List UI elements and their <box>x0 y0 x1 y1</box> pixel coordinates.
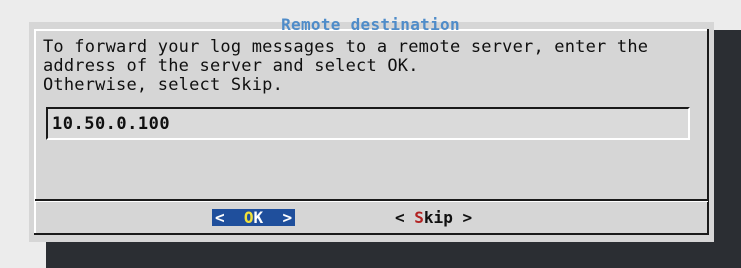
remote-server-input-value[interactable]: 10.50.0.100 <box>52 115 170 134</box>
skip-button-right-bracket: > <box>462 208 473 227</box>
skip-button-left-bracket: < <box>395 208 405 227</box>
button-area-separator-highlight <box>35 201 708 202</box>
dialog-frame-left <box>34 29 36 234</box>
dialog-shadow-right <box>714 30 741 268</box>
dialog-title: Remote destination <box>281 15 460 34</box>
dialog-frame-right <box>707 29 709 234</box>
skip-button[interactable]: < Skip > <box>395 209 472 226</box>
dialog-shadow-bottom <box>46 242 741 268</box>
ok-button[interactable]: < OK > <box>212 208 296 227</box>
skip-button-label-rest: kip <box>423 208 453 227</box>
skip-button-hotkey: S <box>414 208 424 227</box>
dialog-frame-bottom <box>34 233 709 235</box>
dialog-message: To forward your log messages to a remote… <box>43 37 649 95</box>
ok-button-label-rest: K <box>253 208 264 227</box>
ok-button-hotkey: O <box>243 208 254 227</box>
ok-button-right-bracket: > <box>282 208 293 227</box>
ok-button-left-bracket: < <box>215 208 225 227</box>
